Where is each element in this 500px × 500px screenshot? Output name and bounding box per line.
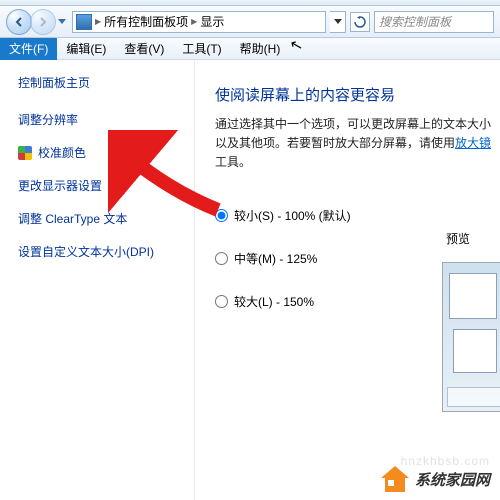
sidebar-item-label: 调整分辨率 bbox=[18, 111, 78, 128]
forward-button[interactable] bbox=[30, 9, 56, 35]
sidebar-item-label: 校准颜色 bbox=[38, 144, 86, 161]
arrow-right-icon bbox=[37, 16, 49, 28]
arrow-left-icon bbox=[13, 16, 25, 28]
preview-thumbnail bbox=[442, 262, 500, 412]
refresh-button[interactable] bbox=[350, 12, 370, 32]
menu-help[interactable]: 帮助(H) bbox=[231, 38, 290, 60]
sidebar-item-label: 更改显示器设置 bbox=[18, 177, 102, 194]
breadcrumb-item[interactable]: 显示 bbox=[200, 13, 224, 30]
preview-window-icon bbox=[449, 273, 497, 319]
desc-text: 工具。 bbox=[215, 155, 251, 169]
body: 控制面板主页 调整分辨率 校准颜色 更改显示器设置 调整 ClearType 文… bbox=[0, 60, 500, 500]
search-placeholder: 搜索控制面板 bbox=[379, 13, 451, 30]
sidebar: 控制面板主页 调整分辨率 校准颜色 更改显示器设置 调整 ClearType 文… bbox=[0, 60, 195, 500]
option-label: 中等(M) - 125% bbox=[234, 250, 317, 267]
preview-window-icon bbox=[453, 329, 497, 373]
back-button[interactable] bbox=[6, 9, 32, 35]
menu-file[interactable]: 文件(F) bbox=[0, 38, 57, 60]
option-label: 较大(L) - 150% bbox=[234, 293, 314, 310]
house-icon bbox=[381, 466, 409, 492]
nav-buttons bbox=[6, 9, 68, 35]
sidebar-item-label: 设置自定义文本大小(DPI) bbox=[18, 243, 154, 260]
sidebar-item-cleartype[interactable]: 调整 ClearType 文本 bbox=[18, 210, 184, 227]
shield-icon bbox=[18, 146, 32, 160]
desc-text: 通过选择其中一个选项，可以更改屏幕上的文本大小以及其他项。若要暂时放大部分屏幕，… bbox=[215, 117, 491, 150]
breadcrumb-sep-icon: ▶ bbox=[191, 17, 197, 26]
control-panel-icon bbox=[76, 14, 92, 30]
brand-logo: 系统家园网 bbox=[381, 466, 490, 492]
radio-small[interactable] bbox=[215, 209, 228, 222]
sidebar-item-resolution[interactable]: 调整分辨率 bbox=[18, 111, 184, 128]
sidebar-item-monitor[interactable]: 更改显示器设置 bbox=[18, 177, 184, 194]
page-title: 使阅读屏幕上的内容更容易 bbox=[215, 84, 492, 105]
magnifier-link[interactable]: 放大镜 bbox=[455, 136, 491, 150]
page-description: 通过选择其中一个选项，可以更改屏幕上的文本大小以及其他项。若要暂时放大部分屏幕，… bbox=[215, 115, 492, 173]
menu-bar: 文件(F) 编辑(E) 查看(V) 工具(T) 帮助(H) bbox=[0, 38, 500, 60]
navigation-bar: ▶ 所有控制面板项 ▶ 显示 搜索控制面板 bbox=[0, 6, 500, 38]
refresh-icon bbox=[354, 16, 366, 28]
chevron-down-icon bbox=[334, 19, 342, 24]
sidebar-item-label: 调整 ClearType 文本 bbox=[18, 210, 127, 227]
radio-large[interactable] bbox=[215, 295, 228, 308]
option-label: 较小(S) - 100% (默认) bbox=[234, 207, 351, 224]
content-pane: 使阅读屏幕上的内容更容易 通过选择其中一个选项，可以更改屏幕上的文本大小以及其他… bbox=[195, 60, 500, 500]
sidebar-item-dpi[interactable]: 设置自定义文本大小(DPI) bbox=[18, 243, 184, 260]
brand-text: 系统家园网 bbox=[415, 469, 490, 490]
chevron-down-icon bbox=[58, 19, 66, 25]
menu-view[interactable]: 查看(V) bbox=[115, 38, 173, 60]
breadcrumb-dropdown[interactable] bbox=[330, 11, 346, 33]
breadcrumb[interactable]: ▶ 所有控制面板项 ▶ 显示 bbox=[72, 11, 326, 33]
sidebar-item-calibrate[interactable]: 校准颜色 bbox=[18, 144, 184, 161]
preview-taskbar-icon bbox=[447, 387, 500, 407]
sidebar-heading[interactable]: 控制面板主页 bbox=[18, 74, 184, 91]
radio-medium[interactable] bbox=[215, 252, 228, 265]
search-input[interactable]: 搜索控制面板 bbox=[374, 11, 494, 33]
history-dropdown[interactable] bbox=[56, 9, 68, 35]
menu-tools[interactable]: 工具(T) bbox=[173, 38, 230, 60]
menu-edit[interactable]: 编辑(E) bbox=[57, 38, 115, 60]
breadcrumb-sep-icon: ▶ bbox=[95, 17, 101, 26]
breadcrumb-item[interactable]: 所有控制面板项 bbox=[104, 13, 188, 30]
preview-label: 预览 bbox=[446, 230, 470, 247]
option-small[interactable]: 较小(S) - 100% (默认) bbox=[215, 207, 492, 224]
